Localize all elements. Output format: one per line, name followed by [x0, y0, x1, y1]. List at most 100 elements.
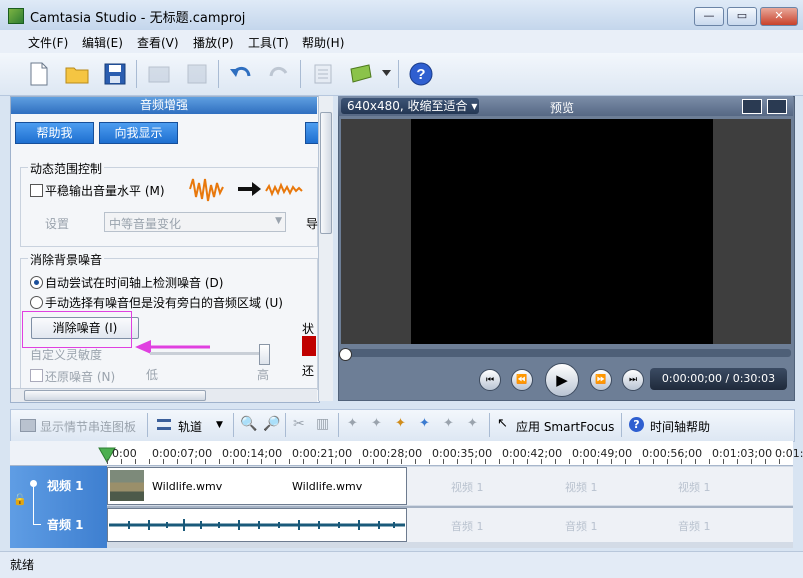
menu-view[interactable]: 查看(V): [137, 34, 179, 51]
auto-detect-label: 自动尝试在时间轴上检测噪音 (D): [45, 276, 224, 290]
chevron-down-icon[interactable]: [382, 70, 391, 76]
fast-forward-icon[interactable]: ⏩: [590, 369, 612, 391]
maximize-button[interactable]: ▭: [727, 7, 757, 26]
audio-icon[interactable]: ✦: [395, 416, 406, 431]
ghost-track-label: 视频 1: [678, 481, 711, 494]
menu-help[interactable]: 帮助(H): [302, 34, 344, 51]
zoom-in-icon[interactable]: 🔍: [240, 416, 257, 432]
show-me-button[interactable]: 向我显示: [99, 122, 178, 144]
menu-file[interactable]: 文件(F): [28, 34, 68, 51]
truncated-label: 还: [302, 364, 315, 378]
waveform-icon: [189, 178, 303, 202]
sensitivity-track: [150, 352, 268, 355]
status-bar: [0, 551, 803, 578]
transition-icon[interactable]: ✦: [419, 416, 430, 431]
toolbar-separator: [621, 413, 622, 437]
clip-name: Wildlife.wmv: [292, 480, 363, 493]
open-folder-icon[interactable]: [64, 61, 90, 87]
manual-select-label: 手动选择有噪音但是没有旁白的音频区域 (U): [45, 296, 283, 310]
ghost-track-label: 音频 1: [565, 520, 598, 533]
skip-back-icon[interactable]: ⏮: [479, 369, 501, 391]
sensitivity-label: 自定义灵敏度: [30, 348, 103, 362]
volume-setting-select[interactable]: 中等音量变化 ▼: [104, 212, 286, 232]
manual-select-radio[interactable]: [30, 296, 43, 309]
help-icon[interactable]: ?: [408, 61, 434, 87]
highlight-box: [22, 311, 132, 348]
volume-setting-value: 中等音量变化: [109, 217, 182, 231]
ruler-ticks: [107, 459, 793, 464]
track-node: [30, 480, 37, 487]
chevron-down-icon: ▼: [275, 216, 282, 226]
preview-size-dropdown[interactable]: 640x480, 收缩至适合 ▾: [341, 98, 479, 114]
help-icon: ?: [629, 417, 644, 432]
ghost-track-label: 视频 1: [565, 481, 598, 494]
storyboard-icon: [20, 419, 36, 432]
audio-track-label[interactable]: 音频 1: [47, 516, 84, 533]
ghost-track-label: 音频 1: [451, 520, 484, 533]
track-connector: [33, 524, 41, 525]
menu-tools[interactable]: 工具(T): [248, 34, 289, 51]
clip-name: Wildlife.wmv: [152, 480, 223, 493]
rewind-icon[interactable]: ⏪: [511, 369, 533, 391]
record-icon[interactable]: [184, 61, 210, 87]
tracks-button[interactable]: 轨道: [178, 418, 202, 435]
import-icon[interactable]: [146, 61, 172, 87]
show-storyboard-button[interactable]: 显示情节串连图板: [40, 418, 136, 435]
sensitivity-slider[interactable]: [259, 344, 270, 365]
svg-text:?: ?: [416, 66, 425, 83]
minimize-button[interactable]: —: [694, 7, 724, 26]
toolbar-separator: [300, 60, 301, 88]
close-button[interactable]: ✕: [760, 7, 798, 26]
seek-handle[interactable]: [339, 348, 352, 361]
save-icon[interactable]: [102, 61, 128, 87]
dynamic-range-label: 动态范围控制: [28, 160, 105, 177]
seek-bar[interactable]: [341, 349, 791, 357]
chevron-down-icon[interactable]: ▼: [216, 420, 223, 430]
toolbar-separator: [285, 413, 286, 437]
callout-icon[interactable]: ✦: [347, 416, 358, 431]
toolbar-separator: [233, 413, 234, 437]
lock-icon[interactable]: 🔓: [13, 493, 27, 509]
toolbar-separator: [147, 413, 148, 437]
time-display: 0:00:00;00 / 0:30:03: [650, 368, 787, 390]
ghost-track-label: 音频 1: [678, 520, 711, 533]
app-icon: [8, 8, 24, 24]
zoom-out-icon[interactable]: 🔎: [263, 416, 280, 432]
caption-icon[interactable]: ✦: [443, 416, 454, 431]
restore-noise-label: 还原噪音 (N): [45, 370, 116, 384]
play-icon[interactable]: ▶: [545, 363, 579, 397]
horizontal-scroll-thumb[interactable]: [24, 390, 206, 401]
tracks-icon: [157, 419, 171, 430]
clip-bin-icon[interactable]: [310, 61, 336, 87]
even-volume-checkbox[interactable]: [30, 184, 43, 197]
slider-low-label: 低: [146, 368, 159, 382]
panel-action-button[interactable]: [305, 122, 319, 144]
video-frame: [411, 119, 713, 344]
vertical-scroll-thumb[interactable]: [320, 112, 332, 234]
even-volume-label: 平稳输出音量水平 (M): [45, 184, 165, 198]
status-label: 状: [302, 322, 315, 336]
produce-share-icon[interactable]: [348, 61, 374, 87]
window-title: Camtasia Studio - 无标题.camproj: [30, 11, 246, 26]
auto-detect-radio[interactable]: [30, 276, 43, 289]
menu-play[interactable]: 播放(P): [193, 34, 234, 51]
quiz-icon[interactable]: ✦: [467, 416, 478, 431]
restore-noise-checkbox[interactable]: [30, 369, 43, 382]
cut-icon[interactable]: ✂: [293, 416, 305, 432]
split-icon[interactable]: ▥: [316, 416, 329, 432]
fullscreen-icon[interactable]: [742, 99, 762, 114]
zoom-pan-icon[interactable]: ✦: [371, 416, 382, 431]
status-text: 就绪: [10, 558, 35, 572]
clip-thumbnail: [110, 470, 144, 501]
skip-forward-icon[interactable]: ⏭: [622, 369, 644, 391]
menu-edit[interactable]: 编辑(E): [82, 34, 123, 51]
video-track-label[interactable]: 视频 1: [47, 477, 84, 494]
timeline-help-button[interactable]: 时间轴帮助: [650, 418, 710, 435]
new-file-icon[interactable]: [26, 61, 52, 87]
help-me-button[interactable]: 帮助我: [15, 122, 94, 144]
ghost-track-label: 视频 1: [451, 481, 484, 494]
apply-smartfocus-button[interactable]: 应用 SmartFocus: [516, 418, 614, 435]
redo-icon[interactable]: [266, 61, 292, 87]
detach-preview-icon[interactable]: [767, 99, 787, 114]
undo-icon[interactable]: [228, 61, 254, 87]
